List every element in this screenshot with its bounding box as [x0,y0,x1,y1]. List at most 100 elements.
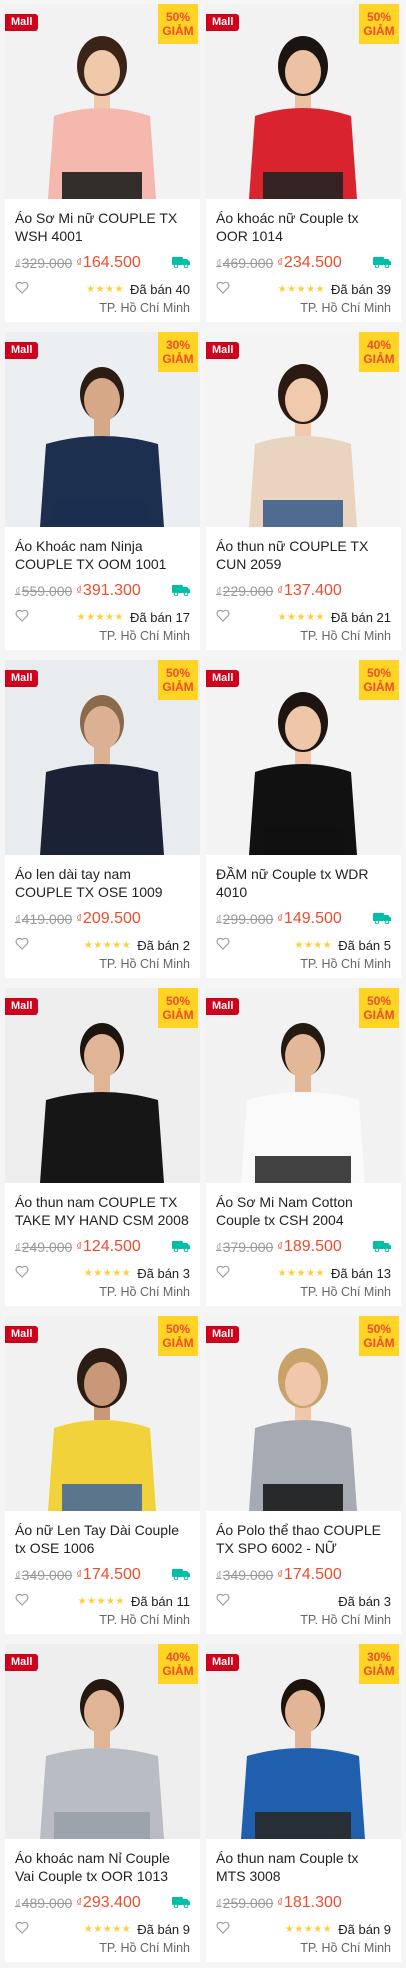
price-row: ₫489.000 ₫293.400 [15,1893,190,1913]
sale-price: ₫189.500 [277,1238,342,1255]
mall-badge: Mall [206,1326,240,1343]
location: TP. Hồ Chí Minh [99,301,190,315]
star-rating-icon: ★★★★★ [277,1267,325,1279]
product-card[interactable]: Mall 50% GIẢM Áo Polo thể thao COUPLE TX… [206,1316,401,1634]
sale-price: ₫181.300 [277,1894,342,1911]
product-title[interactable]: Áo khoác nam Nỉ Couple Vai Couple tx OOR… [15,1849,190,1885]
sold-count: Đã bán 13 [331,1265,391,1281]
original-price: ₫299.000 [216,911,274,927]
sale-price: ₫137.400 [277,582,342,599]
heart-icon[interactable] [216,1921,230,1937]
heart-icon[interactable] [15,937,29,953]
location: TP. Hồ Chí Minh [99,1285,190,1299]
mall-badge: Mall [206,14,240,31]
product-card[interactable]: Mall 30% GIẢM Áo thun nam Couple tx MTS … [206,1644,401,1962]
product-image[interactable]: Mall 50% GIẢM [5,988,200,1183]
sold-count: Đã bán 39 [331,281,391,297]
product-title[interactable]: Áo Sơ Mi nữ COUPLE TX WSH 4001 [15,209,190,245]
star-rating-icon: ★★★★★ [77,1595,125,1607]
product-title[interactable]: Áo khoác nữ Couple tx OOR 1014 [216,209,391,245]
product-image[interactable]: Mall 50% GIẢM [206,988,401,1183]
heart-icon[interactable] [216,609,230,625]
location: TP. Hồ Chí Minh [300,1613,391,1627]
discount-label: GIẢM [363,1008,395,1022]
product-image[interactable]: Mall 30% GIẢM [206,1644,401,1839]
heart-icon[interactable] [216,281,230,297]
discount-label: GIẢM [162,24,194,38]
product-card[interactable]: Mall 50% GIẢM Áo len dài tay nam COUPLE … [5,660,200,978]
product-card[interactable]: Mall 50% GIẢM ĐẦM nữ Couple tx WDR 4010 … [206,660,401,978]
discount-label: GIẢM [363,1664,395,1678]
location: TP. Hồ Chí Minh [300,1941,391,1955]
product-title[interactable]: Áo thun nữ COUPLE TX CUN 2059 [216,537,391,573]
product-title[interactable]: ĐẦM nữ Couple tx WDR 4010 [216,865,391,901]
product-image[interactable]: Mall 50% GIẢM [206,1316,401,1511]
product-image[interactable]: Mall 50% GIẢM [206,660,401,855]
rating-row: ★★★★★ Đã bán 13 [216,1265,391,1281]
discount-badge: 50% GIẢM [359,988,399,1028]
product-card[interactable]: Mall 50% GIẢM Áo nữ Len Tay Dài Couple t… [5,1316,200,1634]
product-card[interactable]: Mall 40% GIẢM Áo thun nữ COUPLE TX CUN 2… [206,332,401,650]
product-image[interactable]: Mall 50% GIẢM [5,4,200,199]
sold-count: Đã bán 5 [338,937,391,953]
sale-price: ₫124.500 [76,1238,141,1255]
location: TP. Hồ Chí Minh [99,629,190,643]
product-card[interactable]: Mall 50% GIẢM Áo thun nam COUPLE TX TAKE… [5,988,200,1306]
sale-price: ₫209.500 [76,910,141,927]
heart-icon[interactable] [216,1593,230,1609]
product-card[interactable]: Mall 50% GIẢM Áo Sơ Mi nữ COUPLE TX WSH … [5,4,200,322]
discount-badge: 50% GIẢM [359,1316,399,1356]
original-price: ₫329.000 [15,255,73,271]
product-image[interactable]: Mall 30% GIẢM [5,332,200,527]
product-title[interactable]: Áo thun nam COUPLE TX TAKE MY HAND CSM 2… [15,1193,190,1229]
sold-count: Đã bán 2 [137,937,190,953]
price-row: ₫559.000 ₫391.300 [15,581,190,601]
rating-row: ★★★★ Đã bán 40 [15,281,190,297]
product-title[interactable]: Áo thun nam Couple tx MTS 3008 [216,1849,391,1885]
mall-badge: Mall [206,670,240,687]
original-price: ₫469.000 [216,255,274,271]
star-rating-icon: ★★★★★ [277,283,325,295]
heart-icon[interactable] [15,609,29,625]
product-card[interactable]: Mall 50% GIẢM Áo Sơ Mi Nam Cotton Couple… [206,988,401,1306]
mall-badge: Mall [5,670,39,687]
discount-percent: 40% [165,1650,191,1664]
mall-badge: Mall [206,1654,240,1671]
product-image[interactable]: Mall 50% GIẢM [5,1316,200,1511]
rating-row: ★★★★★ Đã bán 9 [15,1921,190,1937]
product-title[interactable]: Áo nữ Len Tay Dài Couple tx OSE 1006 [15,1521,190,1557]
heart-icon[interactable] [216,937,230,953]
heart-icon[interactable] [15,1921,29,1937]
star-rating-icon: ★★★★★ [83,1267,132,1279]
product-image[interactable]: Mall 50% GIẢM [206,4,401,199]
product-grid: Mall 50% GIẢM Áo Sơ Mi nữ COUPLE TX WSH … [0,0,406,1962]
discount-label: GIẢM [162,1336,194,1350]
product-title[interactable]: Áo Khoác nam Ninja COUPLE TX OOM 1001 [15,537,190,573]
price-row: ₫299.000 ₫149.500 [216,909,391,929]
discount-percent: 40% [366,338,392,352]
discount-percent: 30% [366,1650,392,1664]
original-price: ₫349.000 [216,1567,274,1583]
sold-count: Đã bán 3 [338,1593,391,1609]
product-card[interactable]: Mall 30% GIẢM Áo Khoác nam Ninja COUPLE … [5,332,200,650]
heart-icon[interactable] [15,1593,29,1609]
sold-count: Đã bán 17 [130,609,190,625]
heart-icon[interactable] [15,1265,29,1281]
discount-badge: 30% GIẢM [359,1644,399,1684]
heart-icon[interactable] [15,281,29,297]
product-image[interactable]: Mall 40% GIẢM [5,1644,200,1839]
product-card[interactable]: Mall 50% GIẢM Áo khoác nữ Couple tx OOR … [206,4,401,322]
sold-count: Đã bán 9 [338,1921,391,1937]
product-title[interactable]: Áo Sơ Mi Nam Cotton Couple tx CSH 2004 [216,1193,391,1229]
product-image[interactable]: Mall 50% GIẢM [5,660,200,855]
discount-label: GIẢM [363,24,395,38]
product-image[interactable]: Mall 40% GIẢM [206,332,401,527]
star-rating-icon: ★★★★★ [76,611,124,623]
product-title[interactable]: Áo Polo thể thao COUPLE TX SPO 6002 - NỮ [216,1521,391,1557]
heart-icon[interactable] [216,1265,230,1281]
product-title[interactable]: Áo len dài tay nam COUPLE TX OSE 1009 [15,865,190,901]
discount-badge: 40% GIẢM [359,332,399,372]
product-card[interactable]: Mall 40% GIẢM Áo khoác nam Nỉ Couple Vai… [5,1644,200,1962]
star-rating-icon: ★★★★ [294,939,333,951]
discount-badge: 30% GIẢM [158,332,198,372]
